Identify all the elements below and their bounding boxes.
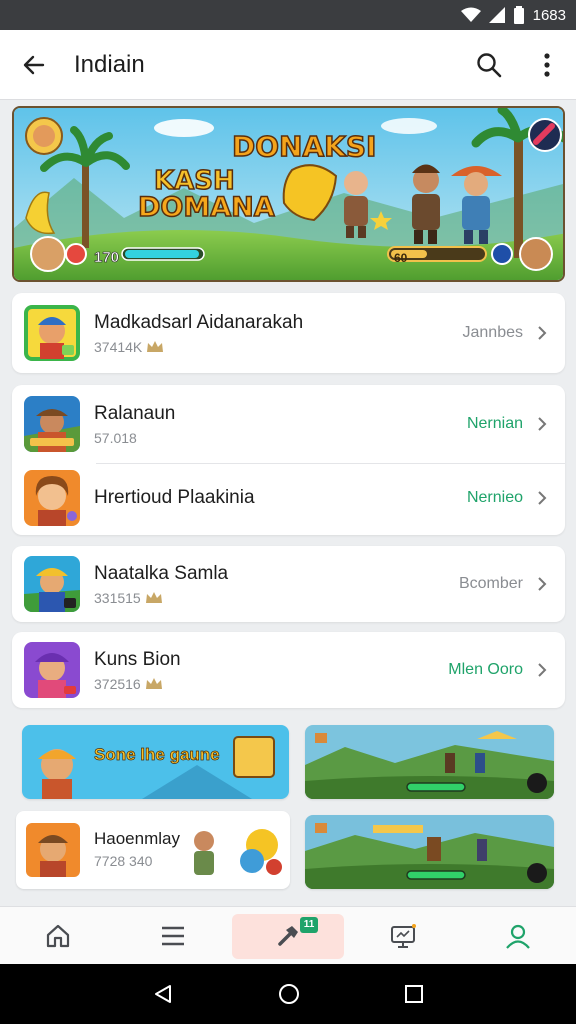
chevron-right-icon: [529, 416, 555, 432]
featured-game-banner[interactable]: DONAKSI KASH DOMANA 170 60: [12, 106, 565, 282]
game-status: Nernieo: [466, 489, 523, 506]
game-card: Kuns Bion 372516 Mlen Ooro: [12, 632, 565, 708]
featured-game-card: Madkadsarl Aidanarakah 37414K Jannbes: [12, 293, 565, 373]
arrow-left-icon: [23, 55, 45, 74]
system-navigation-bar: [0, 964, 576, 1024]
signal-icon: [488, 7, 505, 23]
game-small-tile[interactable]: Haoenmlay 7728 340: [16, 811, 290, 889]
chevron-right-icon: [529, 325, 555, 341]
game-thumbnail: [24, 470, 80, 526]
game-downloads-value: 372516: [94, 676, 141, 692]
game-downloads-value: 37414K: [94, 339, 143, 355]
back-button[interactable]: [0, 30, 68, 100]
profile-icon: [506, 924, 531, 949]
game-status: Jannbes: [462, 324, 524, 341]
game-card: Naatalka Samla 331515 Bcomber: [12, 546, 565, 622]
list-item[interactable]: Naatalka Samla 331515 Bcomber: [12, 545, 565, 623]
screen-icon: [391, 923, 417, 948]
recents-square-icon[interactable]: [404, 984, 424, 1004]
game-downloads: 372516: [94, 676, 448, 692]
search-button[interactable]: [460, 30, 518, 100]
banner-title-top: DONAKSI: [231, 129, 377, 164]
more-vert-icon: [544, 52, 550, 77]
back-triangle-icon[interactable]: [152, 983, 174, 1005]
list-item[interactable]: Ralanaun 57.018 Nernian: [12, 385, 565, 463]
status-time: 1683: [532, 6, 566, 24]
game-status: Nernian: [466, 415, 523, 432]
game-status: Bcomber: [458, 575, 523, 592]
game-scene-tile[interactable]: [305, 815, 554, 889]
game-name: Hrertioud Plaakinia: [94, 487, 255, 508]
game-downloads: 37414K: [94, 339, 463, 355]
status-bar: 1683: [0, 0, 576, 30]
nav-menu[interactable]: [115, 907, 230, 964]
scene-artwork: [305, 815, 554, 889]
game-characters-art: [194, 829, 282, 875]
game-name: Naatalka Samla: [94, 563, 229, 584]
app-bar: Indiain: [0, 30, 576, 100]
game-name: Kuns Bion: [94, 649, 181, 670]
promo-title: Sone lhe gaune: [94, 745, 220, 765]
game-name: Ralanaun: [94, 403, 176, 424]
banner-score: 170: [94, 249, 120, 267]
game-name: Madkadsarl Aidanarakah: [94, 312, 304, 333]
game-thumbnail: [24, 642, 80, 698]
bottom-navigation: 11: [0, 906, 576, 964]
banner-title-bottom: DOMANA: [137, 191, 275, 224]
crown-icon: [145, 592, 162, 603]
game-thumbnail: [26, 823, 80, 877]
content-scroll[interactable]: DONAKSI KASH DOMANA 170 60 Madkadsarl Ai…: [0, 101, 576, 906]
chevron-right-icon: [529, 490, 555, 506]
game-group-card: Ralanaun 57.018 Nernian Hrertioud Plaaki…: [12, 385, 565, 535]
list-item[interactable]: Hrertioud Plaakinia Nernieo: [12, 459, 565, 537]
banner-energy: 60: [394, 251, 408, 265]
game-downloads-value: 331515: [94, 590, 141, 606]
game-thumbnail: [24, 396, 80, 452]
chevron-right-icon: [529, 662, 555, 678]
game-downloads: 57.018: [94, 430, 137, 446]
game-downloads: 331515: [94, 590, 459, 606]
game-thumbnail: [24, 556, 80, 612]
nav-tools[interactable]: [230, 907, 345, 964]
list-item[interactable]: Kuns Bion 372516 Mlen Ooro: [12, 631, 565, 709]
search-icon: [477, 52, 502, 77]
promo-tile[interactable]: Sone lhe gaune: [22, 725, 289, 799]
crown-icon: [145, 678, 162, 689]
nav-home[interactable]: [0, 907, 115, 964]
game-thumbnail: [24, 305, 80, 361]
list-item[interactable]: Madkadsarl Aidanarakah 37414K Jannbes: [12, 294, 565, 372]
game-name: Haoenmlay: [94, 829, 180, 848]
nav-profile[interactable]: [461, 907, 576, 964]
notification-badge: 11: [300, 917, 318, 933]
wifi-icon: [460, 7, 481, 22]
hammer-icon: [278, 925, 298, 946]
game-scene-tile[interactable]: [305, 725, 554, 799]
crown-icon: [147, 341, 164, 352]
home-icon: [46, 924, 69, 947]
menu-icon: [161, 926, 184, 945]
battery-icon: [513, 6, 524, 24]
nav-screen[interactable]: [346, 907, 461, 964]
banner-title-mid: KASH: [153, 166, 235, 196]
page-title: Indiain: [74, 50, 145, 78]
more-options-button[interactable]: [518, 30, 576, 100]
game-downloads: 7728 340: [94, 853, 153, 869]
game-status: Mlen Ooro: [448, 661, 523, 678]
chevron-right-icon: [529, 576, 555, 592]
scene-artwork: [305, 725, 554, 799]
home-circle-icon[interactable]: [277, 982, 301, 1006]
